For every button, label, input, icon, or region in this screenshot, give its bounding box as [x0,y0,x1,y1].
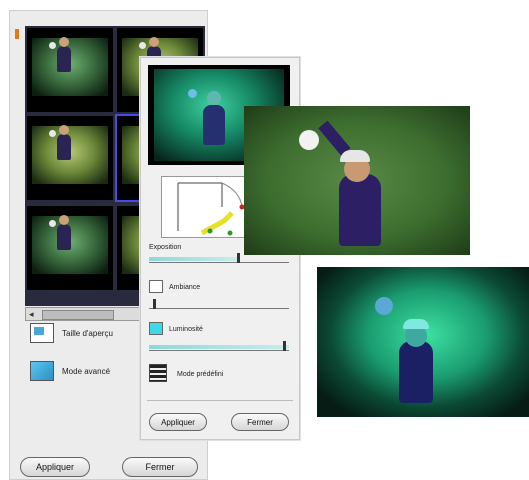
preset-mode-label: Mode prédéfini [177,371,224,378]
ambiance-slider-handle[interactable] [153,299,156,309]
luminosite-label: Luminosité [169,326,203,333]
ambiance-slider[interactable] [149,299,289,309]
front-apply-button[interactable]: Appliquer [149,413,207,431]
preview-size-icon [30,323,54,343]
preset-mode-icon[interactable] [149,364,167,382]
ambiance-label: Ambiance [169,284,201,291]
front-close-button[interactable]: Fermer [231,413,289,431]
luminosite-slider[interactable] [149,341,289,351]
window-accent [15,29,19,39]
thumbnail[interactable] [27,116,113,200]
advanced-mode-icon [30,361,54,381]
divider [147,400,293,401]
close-button[interactable]: Fermer [122,457,198,477]
exposition-label: Exposition [149,244,182,251]
thumbnail[interactable] [27,206,113,290]
scroll-thumb[interactable] [42,310,114,320]
thumbnail[interactable] [27,28,113,112]
luminosite-swatch[interactable] [149,322,163,335]
preview-size-option[interactable]: Taille d'aperçu [30,323,113,343]
advanced-mode-option[interactable]: Mode avancé [30,361,110,381]
processed-photo [317,267,529,417]
luminosite-slider-handle[interactable] [283,341,286,351]
apply-button[interactable]: Appliquer [20,457,90,477]
advanced-mode-label: Mode avancé [62,366,111,376]
exposition-slider-handle[interactable] [237,253,240,263]
ambiance-swatch[interactable] [149,280,163,293]
curve-graph[interactable] [161,176,246,238]
curve-graph-svg [177,182,245,236]
original-photo [244,106,470,255]
exposition-slider[interactable] [149,253,289,263]
preview-size-label: Taille d'aperçu [62,328,113,338]
scroll-left-icon[interactable]: ◂ [29,309,34,320]
